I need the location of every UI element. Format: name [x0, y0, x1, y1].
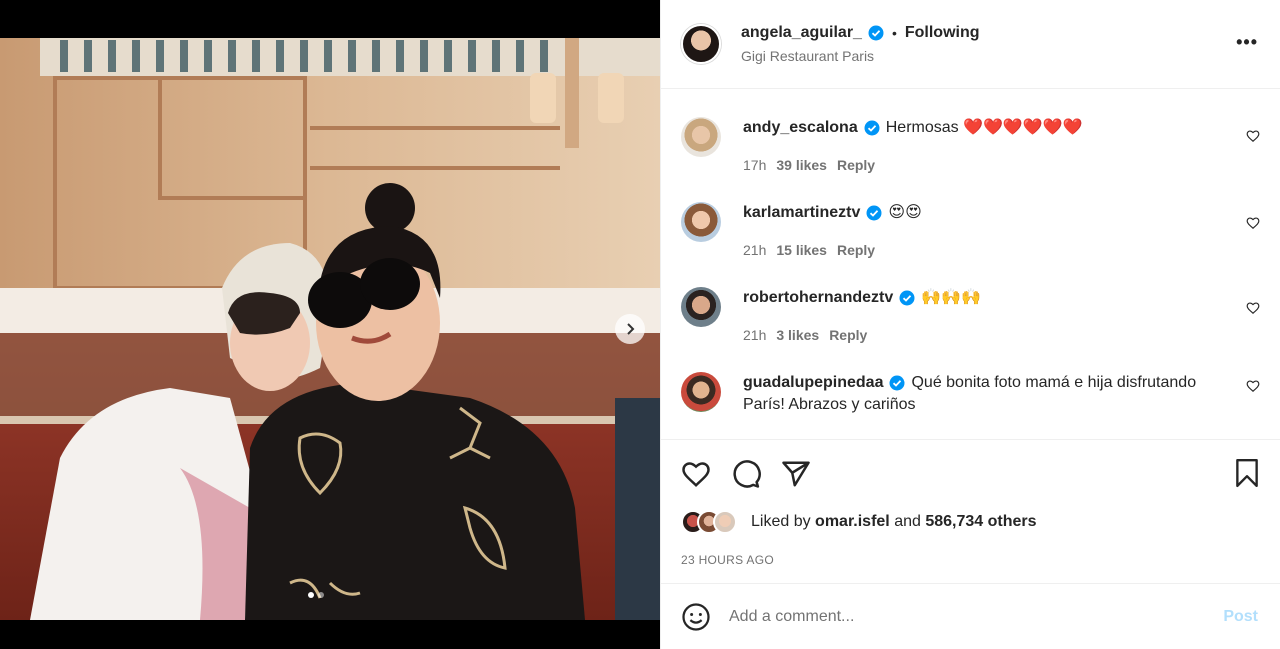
- more-horizontal-icon: •••: [1236, 32, 1258, 52]
- carousel-indicator: [308, 592, 324, 598]
- verified-badge-icon: [864, 120, 880, 136]
- chevron-right-icon: [627, 323, 635, 335]
- liker-avatar[interactable]: [713, 510, 737, 534]
- like-comment-icon[interactable]: [1246, 379, 1260, 393]
- comment-likes[interactable]: 39 likes: [776, 157, 827, 173]
- save-bookmark-icon[interactable]: [1234, 458, 1260, 488]
- comment-username[interactable]: karlamartineztv: [743, 204, 860, 221]
- likes-summary: Liked by omar.isfel and 586,734 others: [661, 507, 1280, 537]
- verified-badge-icon: [899, 290, 915, 306]
- comment-time[interactable]: 21h: [743, 242, 766, 258]
- comment-likes[interactable]: 3 likes: [776, 327, 819, 343]
- verified-badge-icon: [868, 25, 884, 41]
- verified-badge-icon: [889, 375, 905, 391]
- liked-by-and: and: [894, 513, 921, 530]
- comment-text: 🙌🙌🙌: [921, 289, 982, 306]
- post-actions: [661, 439, 1280, 507]
- comment-bubble-icon[interactable]: [731, 459, 761, 489]
- comment-item: karlamartineztv 😍😍 21h 15 likes Reply: [681, 173, 1260, 258]
- like-comment-icon[interactable]: [1246, 216, 1260, 230]
- comment-likes[interactable]: 15 likes: [776, 242, 827, 258]
- commenter-avatar[interactable]: [681, 202, 721, 242]
- post-photo: [0, 38, 660, 620]
- reply-button[interactable]: Reply: [837, 242, 875, 258]
- comments-list: andy_escalona Hermosas ❤️❤️❤️❤️❤️❤️ 17h 3…: [661, 89, 1280, 439]
- liked-by-prefix: Liked by: [751, 513, 811, 530]
- liker-username[interactable]: omar.isfel: [815, 513, 890, 531]
- comment-item: robertohernandeztv 🙌🙌🙌 21h 3 likes Reply: [681, 258, 1260, 343]
- likes-count[interactable]: 586,734 others: [925, 513, 1036, 531]
- reply-button[interactable]: Reply: [837, 157, 875, 173]
- commenter-avatar[interactable]: [681, 117, 721, 157]
- separator: •: [891, 25, 897, 41]
- comment-text: Hermosas ❤️❤️❤️❤️❤️❤️: [885, 119, 1083, 136]
- post-media: [0, 0, 660, 649]
- share-send-icon[interactable]: [781, 459, 811, 489]
- post-panel: angela_aguilar_ • Following Gigi Restaur…: [660, 0, 1280, 649]
- add-comment-bar: Post: [661, 583, 1280, 649]
- comment-item: andy_escalona Hermosas ❤️❤️❤️❤️❤️❤️ 17h 3…: [681, 89, 1260, 173]
- following-button[interactable]: Following: [905, 24, 980, 42]
- author-avatar[interactable]: [681, 24, 721, 64]
- author-username[interactable]: angela_aguilar_: [741, 24, 862, 42]
- post-header: angela_aguilar_ • Following Gigi Restaur…: [661, 0, 1280, 89]
- comment-username[interactable]: guadalupepinedaa: [743, 374, 883, 391]
- commenter-avatar[interactable]: [681, 372, 721, 412]
- comment-input[interactable]: [729, 607, 1224, 626]
- post-comment-button[interactable]: Post: [1223, 608, 1258, 626]
- comment-time[interactable]: 17h: [743, 157, 766, 173]
- comment-username[interactable]: andy_escalona: [743, 119, 858, 136]
- more-options-button[interactable]: •••: [1236, 32, 1258, 53]
- carousel-dot: [318, 592, 324, 598]
- comment-time[interactable]: 21h: [743, 327, 766, 343]
- carousel-dot: [308, 592, 314, 598]
- next-photo-button[interactable]: [615, 314, 645, 344]
- commenter-avatar[interactable]: [681, 287, 721, 327]
- reply-button[interactable]: Reply: [829, 327, 867, 343]
- emoji-icon[interactable]: [681, 602, 711, 632]
- post-location[interactable]: Gigi Restaurant Paris: [741, 48, 980, 64]
- verified-badge-icon: [866, 205, 882, 221]
- post-timestamp[interactable]: 23 HOURS AGO: [661, 537, 1280, 583]
- like-heart-icon[interactable]: [681, 459, 711, 489]
- like-comment-icon[interactable]: [1246, 129, 1260, 143]
- liker-avatars: [681, 510, 737, 534]
- comment-username[interactable]: robertohernandeztv: [743, 289, 893, 306]
- comment-text: 😍😍: [888, 204, 922, 221]
- comment-item: guadalupepinedaa Qué bonita foto mamá e h…: [681, 343, 1260, 416]
- like-comment-icon[interactable]: [1246, 301, 1260, 315]
